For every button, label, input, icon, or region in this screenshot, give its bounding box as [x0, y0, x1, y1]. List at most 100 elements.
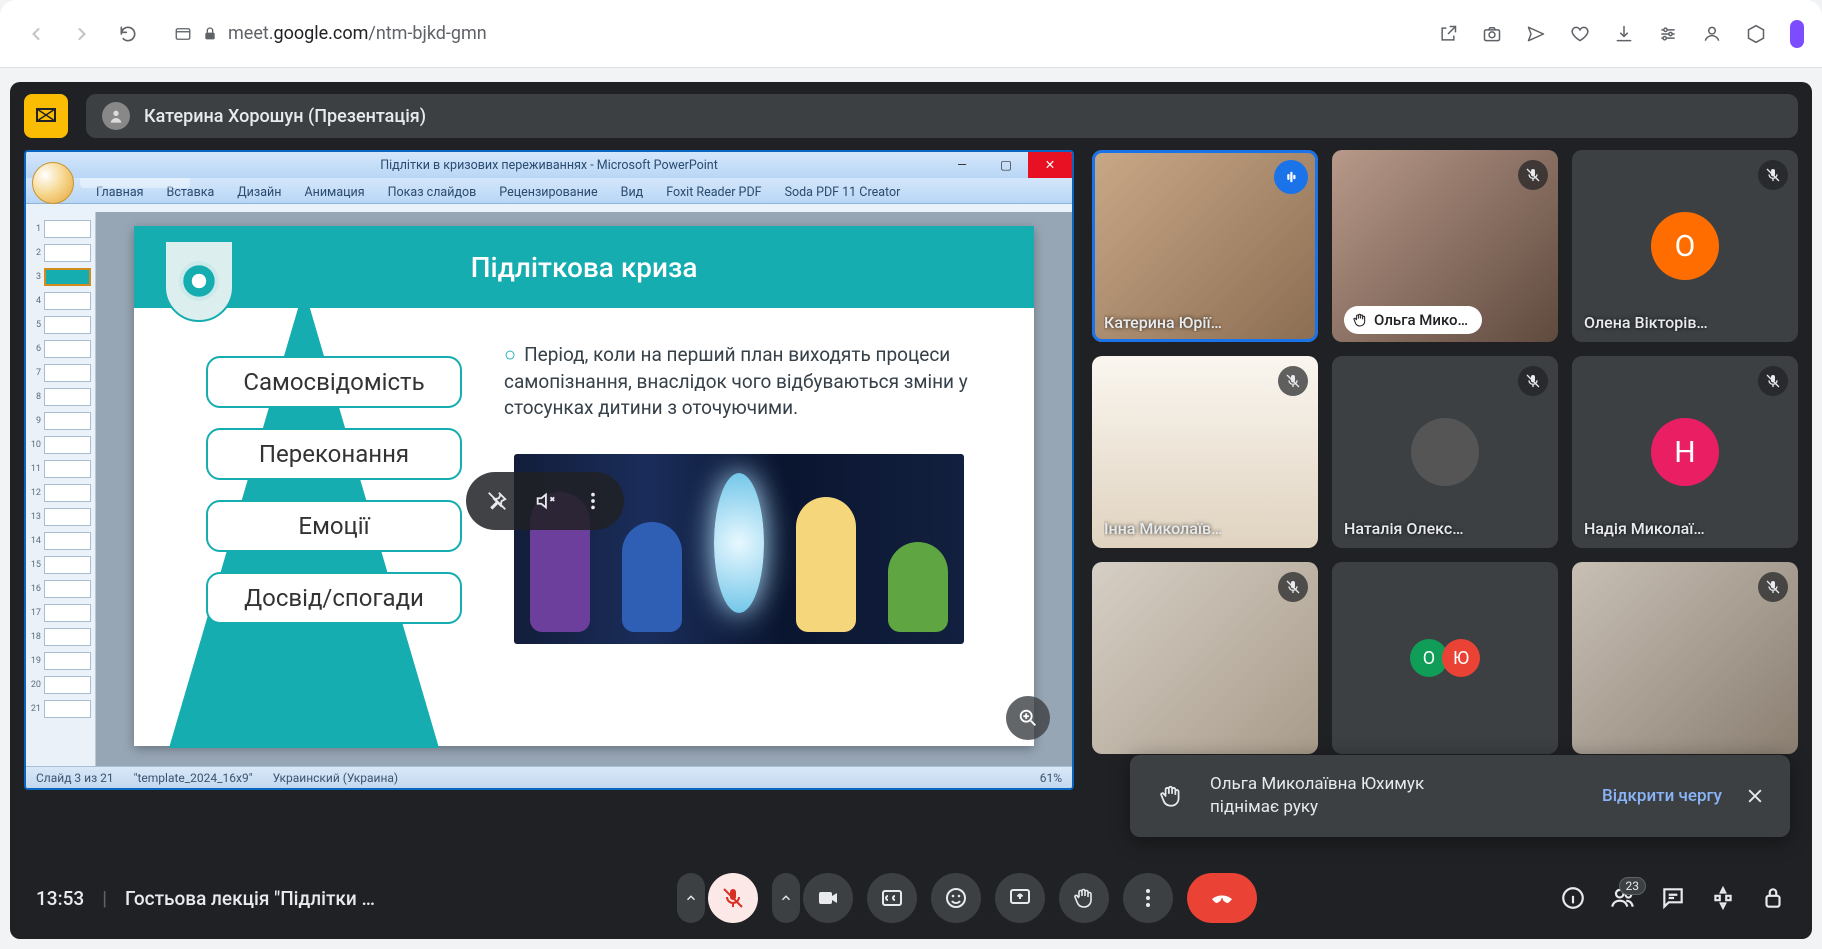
ribbon-tab: Рецензирование — [489, 182, 607, 203]
participant-tile[interactable] — [1572, 562, 1798, 754]
meeting-details-button[interactable] — [1560, 885, 1586, 911]
present-screen-button[interactable] — [995, 873, 1045, 923]
participant-tile[interactable]: Ольга Мико… — [1332, 150, 1558, 342]
ribbon-tab: Анимация — [294, 182, 374, 203]
presenter-name: Катерина Хорошун (Презентація) — [144, 106, 426, 127]
camera-settings-chevron[interactable] — [772, 873, 800, 923]
raise-hand-button[interactable] — [1059, 873, 1109, 923]
slide-thumbnail: 12 — [30, 482, 91, 504]
more-options-icon[interactable] — [572, 480, 614, 522]
slide-pill: Переконання — [206, 428, 462, 480]
leave-call-button[interactable] — [1187, 873, 1257, 923]
ppt-status-bar: Слайд 3 из 21 "template_2024_16x9" Украи… — [26, 766, 1072, 788]
ribbon-tab: Soda PDF 11 Creator — [775, 182, 911, 203]
muted-icon — [1758, 160, 1788, 190]
shared-screen[interactable]: Підлітки в кризових переживаннях - Micro… — [24, 150, 1074, 790]
toast-action-link[interactable]: Відкрити чергу — [1602, 786, 1722, 806]
office-button-icon — [32, 162, 74, 204]
slide-thumbnail: 9 — [30, 410, 91, 432]
slide-thumbnail: 17 — [30, 602, 91, 624]
profile-icon[interactable] — [1694, 16, 1730, 52]
participant-tile[interactable]: Катерина Юрії… — [1092, 150, 1318, 342]
participant-name-chip: Ольга Мико… — [1344, 306, 1482, 334]
account-indicator[interactable] — [1790, 20, 1804, 48]
toast-close-icon[interactable] — [1740, 781, 1770, 811]
participant-tile[interactable]: Наталія Олекс… — [1332, 356, 1558, 548]
participants-button[interactable]: 23 — [1610, 885, 1636, 911]
participant-tile[interactable]: ОЮ — [1332, 562, 1558, 754]
status-zoom: 61% — [1040, 771, 1062, 785]
zoom-lens-icon[interactable] — [1006, 696, 1050, 740]
slide-thumbnail: 6 — [30, 338, 91, 360]
presenter-avatar — [102, 102, 130, 130]
slide-thumbnail: 20 — [30, 674, 91, 696]
meeting-title: Гостьова лекція "Підлітки … — [125, 887, 375, 910]
share-icon[interactable] — [1430, 16, 1466, 52]
settings-lines-icon[interactable] — [1650, 16, 1686, 52]
participant-tile[interactable] — [1092, 562, 1318, 754]
presenter-info[interactable]: Катерина Хорошун (Презентація) — [86, 94, 1798, 138]
camera-icon[interactable] — [1474, 16, 1510, 52]
ppt-ribbon-body — [26, 204, 1072, 212]
muted-icon — [1518, 160, 1548, 190]
ribbon-tab: Foxit Reader PDF — [656, 182, 771, 203]
meeting-info: 13:53 | Гостьова лекція "Підлітки … — [36, 887, 375, 910]
participant-name: Надія Миколаї… — [1584, 519, 1705, 538]
download-icon[interactable] — [1606, 16, 1642, 52]
muted-icon — [1278, 366, 1308, 396]
participant-name: Інна Миколаїв… — [1104, 519, 1222, 538]
main-area: Підлітки в кризових переживаннях - Micro… — [10, 150, 1812, 857]
more-options-button[interactable] — [1123, 873, 1173, 923]
reactions-button[interactable] — [931, 873, 981, 923]
extensions-icon[interactable] — [1738, 16, 1774, 52]
nav-reload[interactable] — [110, 16, 146, 52]
slide-thumbnail: 16 — [30, 578, 91, 600]
url-text: meet.google.com/ntm-bjkd-gmn — [228, 23, 487, 44]
heart-icon[interactable] — [1562, 16, 1598, 52]
hand-raise-icon — [1150, 775, 1192, 817]
participant-grid: Катерина Юрії… Ольга Мико… ООлена Вікторів… — [1092, 150, 1798, 847]
pin-icon[interactable] — [476, 480, 518, 522]
raise-hand-toast: Ольга Миколаївна Юхимук піднімає руку Ві… — [1130, 755, 1790, 837]
muted-icon — [1278, 572, 1308, 602]
mute-presentation-icon[interactable] — [524, 480, 566, 522]
muted-icon — [1758, 366, 1788, 396]
presentation-overlay-controls — [466, 472, 624, 530]
send-icon[interactable] — [1518, 16, 1554, 52]
participant-tile[interactable]: ООлена Вікторів… — [1572, 150, 1798, 342]
microphone-button[interactable] — [708, 873, 758, 923]
participant-tile[interactable]: Інна Миколаїв… — [1092, 356, 1318, 548]
participant-tile[interactable]: ННадія Миколаї… — [1572, 356, 1798, 548]
slide-thumbnail: 5 — [30, 314, 91, 336]
chat-button[interactable] — [1660, 885, 1686, 911]
slide-thumbnail: 2 — [30, 242, 91, 264]
ribbon-tab: Показ слайдов — [378, 182, 487, 203]
slide-thumbnail-pane: 123456789101112131415161718192021 — [26, 212, 96, 772]
camera-button[interactable] — [803, 873, 853, 923]
slide-thumbnail: 4 — [30, 290, 91, 312]
mic-settings-chevron[interactable] — [677, 873, 705, 923]
slide-thumbnail: 11 — [30, 458, 91, 480]
participant-count-badge: 23 — [1619, 877, 1647, 895]
toast-message: Ольга Миколаївна Юхимук піднімає руку — [1210, 773, 1584, 819]
captions-button[interactable] — [867, 873, 917, 923]
slide-bullet-text: Період, коли на перший план виходять про… — [504, 340, 994, 422]
slide-pill-list: СамосвідомістьПереконанняЕмоціїДосвід/сп… — [206, 356, 462, 624]
ppt-titlebar: Підлітки в кризових переживаннях - Micro… — [26, 152, 1072, 178]
muted-icon — [1518, 366, 1548, 396]
status-slide-count: Слайд 3 из 21 — [36, 771, 114, 785]
slide-thumbnail: 1 — [30, 218, 91, 240]
url-bar[interactable]: meet.google.com/ntm-bjkd-gmn — [156, 23, 1420, 44]
activities-button[interactable] — [1710, 885, 1736, 911]
participant-name: Наталія Олекс… — [1344, 519, 1464, 538]
nav-forward[interactable] — [64, 16, 100, 52]
nav-back[interactable] — [18, 16, 54, 52]
host-controls-button[interactable] — [1760, 885, 1786, 911]
close-icon: ✕ — [1028, 152, 1072, 178]
minimize-icon: — — [940, 152, 984, 178]
slide-pill: Досвід/спогади — [206, 572, 462, 624]
slide-pill: Самосвідомість — [206, 356, 462, 408]
right-controls: 23 — [1560, 885, 1786, 911]
browser-toolbar: meet.google.com/ntm-bjkd-gmn — [0, 0, 1822, 68]
present-indicator-icon[interactable] — [24, 94, 68, 138]
